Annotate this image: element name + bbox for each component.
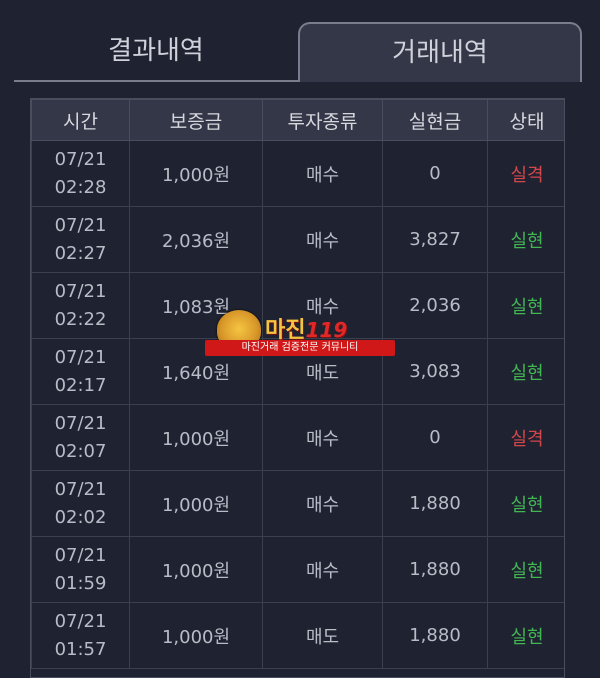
header-deposit: 보증금 <box>129 99 263 141</box>
cell-clock: 01:57 <box>54 638 107 660</box>
cell-deposit: 1,000원 <box>129 602 263 669</box>
cell-date: 07/21 <box>54 280 107 302</box>
cell-date: 07/21 <box>54 412 107 434</box>
table-row: 07/21 02:17 1,640원 매도 3,083 실현 <box>31 338 564 405</box>
table-row: 07/21 01:59 1,000원 매수 1,880 실현 <box>31 536 564 603</box>
cell-deposit: 2,036원 <box>129 206 263 273</box>
cell-date: 07/21 <box>54 346 107 368</box>
cell-status: 실현 <box>487 206 564 273</box>
cell-realized-amount: 2,036 <box>382 272 488 339</box>
cell-status: 실현 <box>487 536 564 603</box>
table-row: 07/21 02:02 1,000원 매수 1,880 실현 <box>31 470 564 537</box>
table-row: 07/21 02:22 1,083원 매수 2,036 실현 <box>31 272 564 339</box>
trade-history-table: 시간 보증금 투자종류 실현금 상태 07/21 02:28 1,000원 매수 0 실격… <box>30 98 565 678</box>
cell-time: 07/21 02:17 <box>31 338 130 405</box>
cell-realized-amount: 0 <box>382 140 488 207</box>
cell-time: 07/21 02:02 <box>31 470 130 537</box>
cell-realized-amount: 1,880 <box>382 536 488 603</box>
cell-date: 07/21 <box>54 544 107 566</box>
table-row: 07/21 02:07 1,000원 매수 0 실격 <box>31 404 564 471</box>
cell-realized-amount: 3,083 <box>382 338 488 405</box>
cell-investment-type: 매도 <box>262 602 383 669</box>
table-header-row: 시간 보증금 투자종류 실현금 상태 <box>31 99 564 141</box>
table-row: 07/21 02:28 1,000원 매수 0 실격 <box>31 140 564 207</box>
cell-time: 07/21 02:22 <box>31 272 130 339</box>
header-realized-amount: 실현금 <box>382 99 488 141</box>
table-row: 07/21 02:27 2,036원 매수 3,827 실현 <box>31 206 564 273</box>
cell-clock: 02:27 <box>54 242 107 264</box>
cell-deposit: 1,083원 <box>129 272 263 339</box>
cell-deposit: 1,640원 <box>129 338 263 405</box>
cell-investment-type: 매수 <box>262 272 383 339</box>
cell-realized-amount: 1,880 <box>382 470 488 537</box>
cell-status: 실현 <box>487 272 564 339</box>
cell-deposit: 1,000원 <box>129 536 263 603</box>
cell-realized-amount: 1,880 <box>382 602 488 669</box>
cell-time: 07/21 02:27 <box>31 206 130 273</box>
cell-time: 07/21 01:59 <box>31 536 130 603</box>
cell-clock: 01:59 <box>54 572 107 594</box>
cell-clock: 02:28 <box>54 176 107 198</box>
cell-investment-type: 매수 <box>262 470 383 537</box>
cell-status: 실격 <box>487 140 564 207</box>
cell-time: 07/21 02:07 <box>31 404 130 471</box>
cell-date: 07/21 <box>54 478 107 500</box>
cell-investment-type: 매수 <box>262 536 383 603</box>
cell-time: 07/21 02:28 <box>31 140 130 207</box>
cell-status: 실현 <box>487 602 564 669</box>
cell-investment-type: 매수 <box>262 206 383 273</box>
cell-deposit: 1,000원 <box>129 404 263 471</box>
header-status: 상태 <box>487 99 564 141</box>
tab-results[interactable]: 결과내역 <box>14 22 298 82</box>
cell-investment-type: 매수 <box>262 404 383 471</box>
cell-realized-amount: 0 <box>382 404 488 471</box>
table-row: 07/21 01:57 1,000원 매도 1,880 실현 <box>31 602 564 669</box>
cell-investment-type: 매수 <box>262 140 383 207</box>
tab-trades[interactable]: 거래내역 <box>298 22 582 82</box>
cell-clock: 02:07 <box>54 440 107 462</box>
cell-deposit: 1,000원 <box>129 470 263 537</box>
cell-time: 07/21 01:57 <box>31 602 130 669</box>
cell-date: 07/21 <box>54 610 107 632</box>
cell-date: 07/21 <box>54 214 107 236</box>
cell-clock: 02:17 <box>54 374 107 396</box>
cell-clock: 02:02 <box>54 506 107 528</box>
cell-status: 실현 <box>487 470 564 537</box>
cell-deposit: 1,000원 <box>129 140 263 207</box>
tab-bar: 결과내역 거래내역 <box>14 22 582 82</box>
cell-clock: 02:22 <box>54 308 107 330</box>
cell-realized-amount: 3,827 <box>382 206 488 273</box>
cell-status: 실격 <box>487 404 564 471</box>
header-investment-type: 투자종류 <box>262 99 383 141</box>
header-time: 시간 <box>31 99 130 141</box>
cell-investment-type: 매도 <box>262 338 383 405</box>
cell-date: 07/21 <box>54 148 107 170</box>
cell-status: 실현 <box>487 338 564 405</box>
